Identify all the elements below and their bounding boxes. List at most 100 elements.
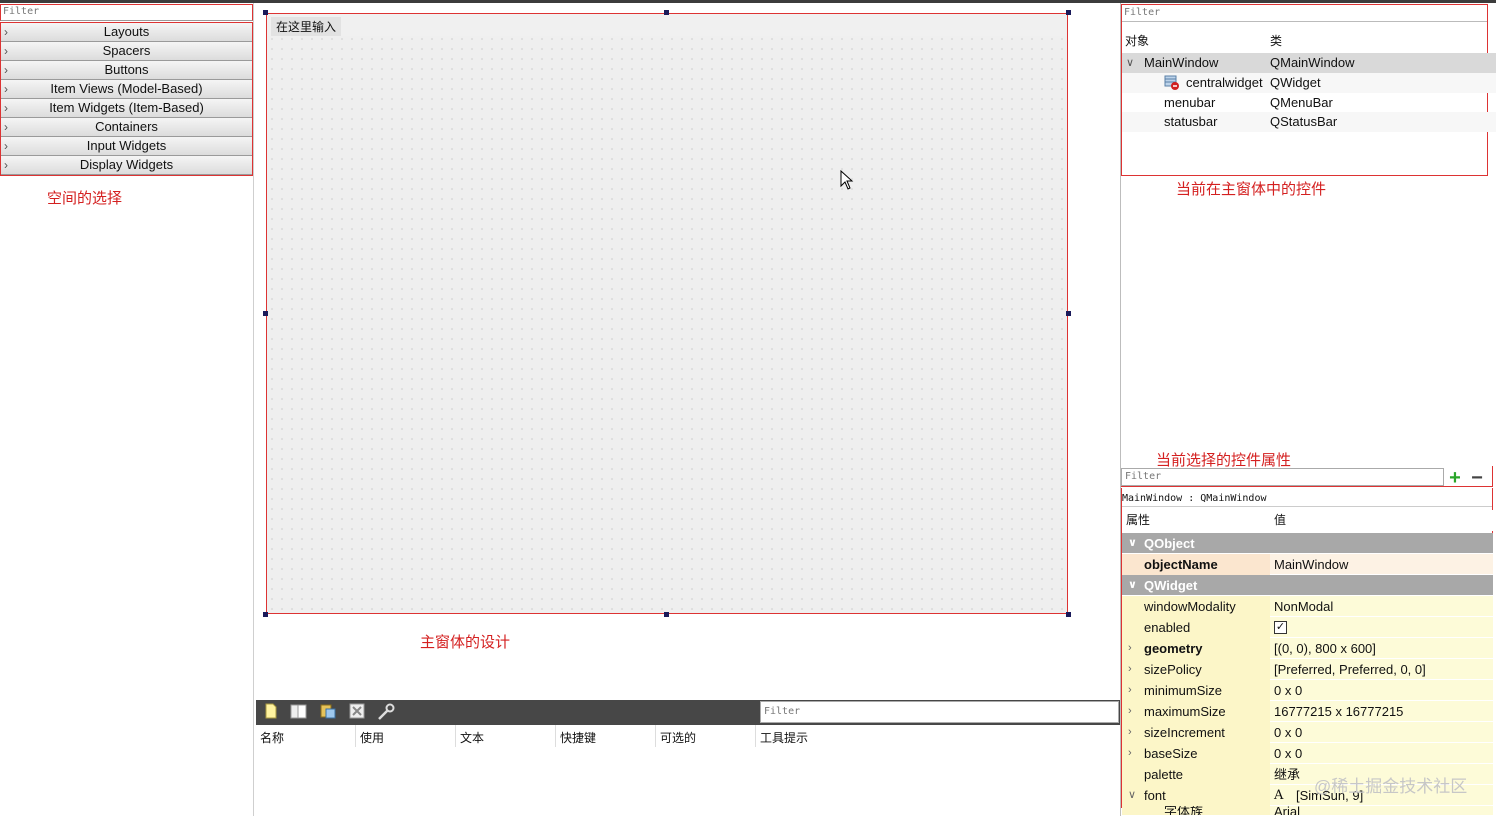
object-filter-input[interactable]: Filter [1122, 5, 1487, 22]
property-value[interactable]: MainWindow [1274, 554, 1348, 575]
property-key: maximumSize [1144, 704, 1226, 719]
category-display-widgets[interactable]: › Display Widgets [1, 156, 252, 175]
chevron-down-icon[interactable]: ∨ [1128, 533, 1137, 554]
resize-handle[interactable] [1066, 612, 1071, 617]
object-name: menubar [1164, 95, 1216, 110]
chevron-right-icon[interactable]: › [1128, 722, 1132, 743]
header-class[interactable]: 类 [1270, 31, 1282, 51]
menu-type-here[interactable]: 在这里输入 [271, 17, 342, 36]
chevron-right-icon[interactable]: › [1128, 680, 1132, 701]
chevron-right-icon: › [4, 44, 8, 58]
tree-row-mainwindow[interactable]: ∨ MainWindow QMainWindow [1122, 53, 1496, 73]
property-row-maximumsize[interactable]: › maximumSize 16777215 x 16777215 [1122, 701, 1493, 722]
tree-row-menubar[interactable]: menubar QMenuBar [1122, 93, 1496, 113]
main-window-form[interactable] [266, 13, 1068, 614]
delete-action-icon[interactable] [347, 703, 367, 723]
group-qwidget[interactable]: ∨ QWidget [1122, 575, 1493, 596]
category-spacers[interactable]: › Spacers [1, 42, 252, 61]
new-action-icon[interactable] [261, 703, 281, 723]
tree-row-statusbar[interactable]: statusbar QStatusBar [1122, 112, 1496, 132]
property-row-minimumsize[interactable]: › minimumSize 0 x 0 [1122, 680, 1493, 701]
category-item-views[interactable]: › Item Views (Model-Based) [1, 80, 252, 99]
category-label: Item Views (Model-Based) [50, 81, 203, 96]
property-row-sizeincrement[interactable]: › sizeIncrement 0 x 0 [1122, 722, 1493, 743]
widget-filter-input[interactable]: Filter [0, 4, 253, 21]
chevron-down-icon[interactable]: ∨ [1126, 53, 1134, 73]
configure-action-icon[interactable] [376, 703, 396, 723]
group-qobject[interactable]: ∨ QObject [1122, 533, 1493, 554]
resize-handle[interactable] [664, 10, 669, 15]
column-header-checkable[interactable]: 可选的 [660, 729, 696, 746]
property-value[interactable]: [Preferred, Preferred, 0, 0] [1274, 659, 1426, 680]
property-row-basesize[interactable]: › baseSize 0 x 0 [1122, 743, 1493, 764]
property-row-objectname[interactable]: objectName MainWindow [1122, 554, 1493, 575]
property-key: sizePolicy [1144, 662, 1202, 677]
add-property-icon[interactable]: + [1446, 468, 1464, 488]
resize-handle[interactable] [664, 612, 669, 617]
resize-handle[interactable] [1066, 10, 1071, 15]
category-containers[interactable]: › Containers [1, 118, 252, 137]
chevron-right-icon[interactable]: › [1128, 659, 1132, 680]
header-property[interactable]: 属性 [1126, 510, 1150, 531]
property-key: minimumSize [1144, 683, 1223, 698]
property-row-sizepolicy[interactable]: › sizePolicy [Preferred, Preferred, 0, 0… [1122, 659, 1493, 680]
property-row-font-family[interactable]: 字体族 Arial [1122, 806, 1493, 816]
chevron-right-icon[interactable]: › [1128, 701, 1132, 722]
property-key: palette [1144, 767, 1184, 782]
category-label: Buttons [104, 62, 149, 77]
column-divider [555, 725, 556, 747]
header-object[interactable]: 对象 [1125, 31, 1149, 51]
property-value[interactable]: 16777215 x 16777215 [1274, 701, 1403, 722]
tree-row-centralwidget[interactable]: centralwidget QWidget [1122, 73, 1496, 93]
property-value[interactable]: 继承 [1274, 764, 1300, 785]
category-label: Layouts [103, 24, 150, 39]
chevron-right-icon: › [4, 82, 8, 96]
column-header-used[interactable]: 使用 [360, 729, 384, 746]
property-filter-input[interactable]: Filter [1121, 468, 1444, 486]
chevron-right-icon: › [4, 158, 8, 172]
chevron-right-icon[interactable]: › [1128, 638, 1132, 659]
paste-action-icon[interactable] [318, 703, 338, 723]
category-item-widgets[interactable]: › Item Widgets (Item-Based) [1, 99, 252, 118]
category-label: Input Widgets [86, 138, 167, 153]
object-name: centralwidget [1186, 75, 1263, 90]
chevron-right-icon[interactable]: › [1128, 743, 1132, 764]
column-header-shortcut[interactable]: 快捷键 [560, 729, 596, 746]
property-row-geometry[interactable]: › geometry [(0, 0), 800 x 600] [1122, 638, 1493, 659]
resize-handle[interactable] [1066, 311, 1071, 316]
enabled-checkbox[interactable]: ✓ [1274, 621, 1287, 634]
category-input-widgets[interactable]: › Input Widgets [1, 137, 252, 156]
property-value[interactable]: Arial [1274, 806, 1300, 815]
property-value[interactable]: 0 x 0 [1274, 743, 1302, 764]
resize-handle[interactable] [263, 612, 268, 617]
remove-property-icon[interactable]: − [1468, 468, 1486, 488]
column-header-name[interactable]: 名称 [260, 729, 284, 746]
property-key: objectName [1144, 557, 1218, 572]
property-value[interactable]: [(0, 0), 800 x 600] [1274, 638, 1376, 659]
form-menubar[interactable] [267, 14, 1067, 36]
property-key: 字体族 [1164, 806, 1204, 816]
property-value[interactable]: 0 x 0 [1274, 680, 1302, 701]
property-key: enabled [1144, 620, 1191, 635]
copy-action-icon[interactable] [289, 703, 309, 723]
property-row-enabled[interactable]: enabled ✓ [1122, 617, 1493, 638]
action-filter-input[interactable]: Filter [760, 701, 1119, 723]
group-label: QWidget [1144, 578, 1198, 593]
chevron-down-icon[interactable]: ∨ [1128, 785, 1136, 806]
property-class-line: MainWindow : QMainWindow [1122, 491, 1492, 507]
column-header-text[interactable]: 文本 [460, 729, 484, 746]
property-value[interactable]: 0 x 0 [1274, 722, 1302, 743]
mouse-cursor-icon [840, 170, 854, 190]
category-buttons[interactable]: › Buttons [1, 61, 252, 80]
chevron-down-icon[interactable]: ∨ [1128, 575, 1137, 596]
object-class: QStatusBar [1270, 114, 1338, 129]
resize-handle[interactable] [263, 311, 268, 316]
object-name: statusbar [1164, 114, 1218, 129]
resize-handle[interactable] [263, 10, 268, 15]
column-header-tooltip[interactable]: 工具提示 [760, 729, 808, 746]
property-value[interactable]: NonModal [1274, 596, 1333, 617]
header-value[interactable]: 值 [1274, 510, 1286, 531]
category-layouts[interactable]: › Layouts [1, 23, 252, 42]
property-row-windowmodality[interactable]: windowModality NonModal [1122, 596, 1493, 617]
chevron-right-icon: › [4, 25, 8, 39]
